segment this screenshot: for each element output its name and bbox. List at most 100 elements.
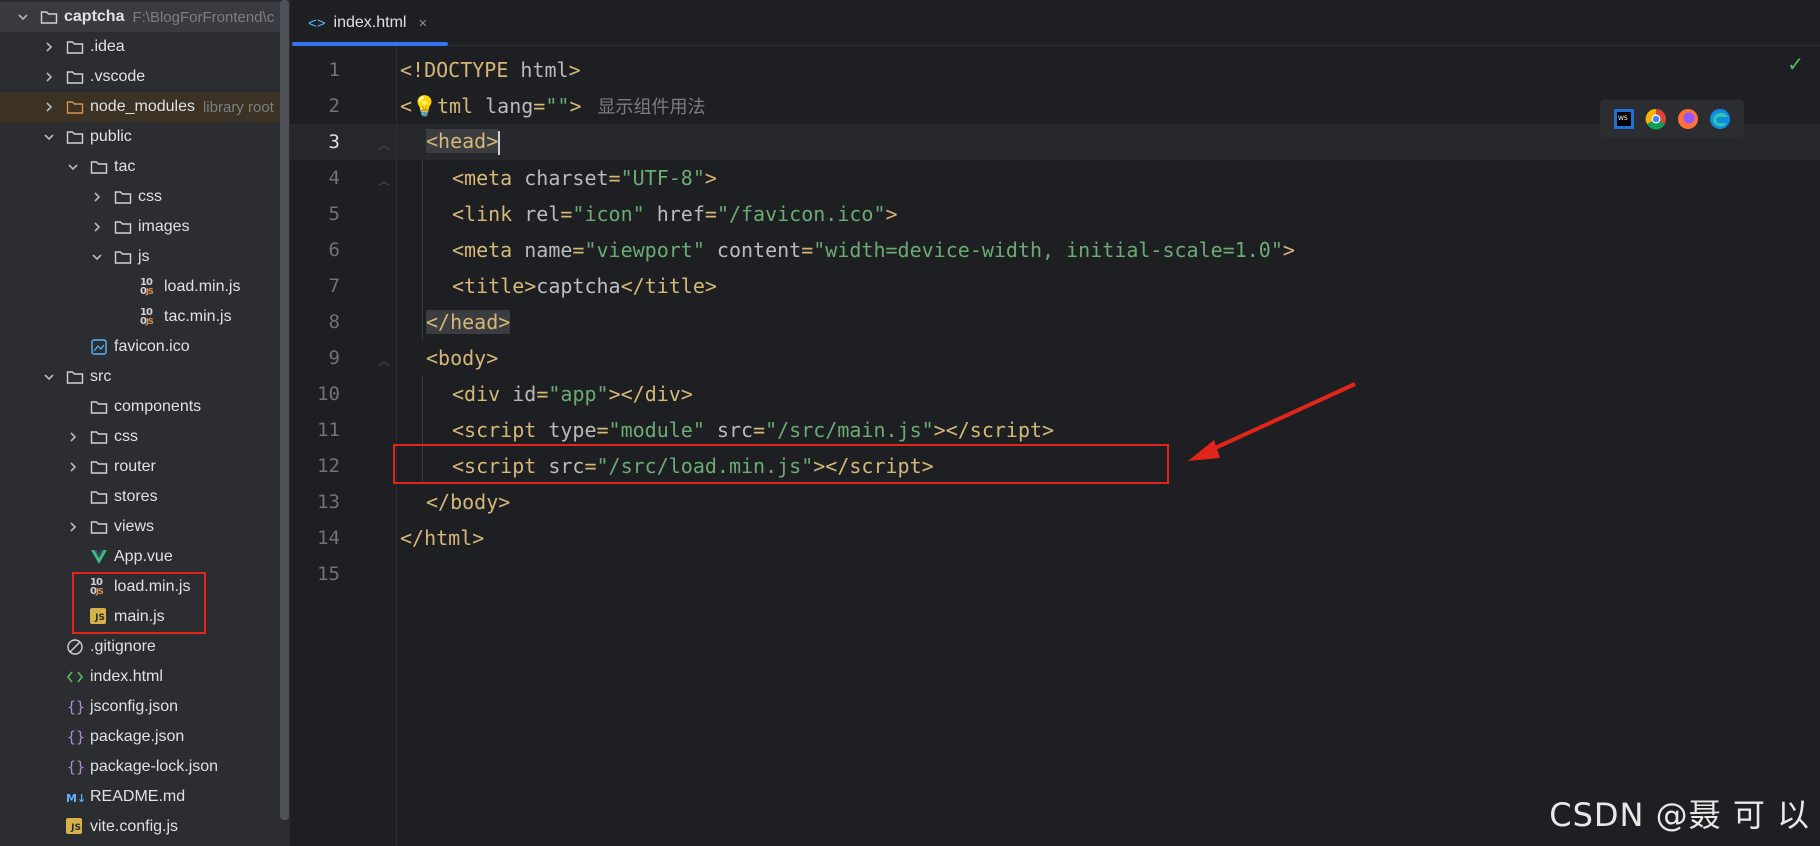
code-line: 11 <script type="module" src="/src/main.… xyxy=(290,412,1820,448)
folder-icon xyxy=(90,398,108,416)
tree-item-label: load.min.js xyxy=(164,278,241,295)
chevron-down-icon xyxy=(66,160,80,174)
json-file-icon: {} xyxy=(66,758,84,776)
tree-item-vscode[interactable]: .vscode xyxy=(0,62,286,92)
tree-item-gitignore[interactable]: .gitignore xyxy=(0,632,286,662)
tree-scrollbar[interactable] xyxy=(280,0,289,820)
json-file-icon: {} xyxy=(66,698,84,716)
tree-item-readme[interactable]: M↓ README.md xyxy=(0,782,286,812)
browser-preview-bar: WS xyxy=(1600,100,1744,138)
chevron-right-icon xyxy=(66,460,80,474)
tree-item-label: css xyxy=(114,428,138,445)
tree-item-label: components xyxy=(114,398,202,415)
edge-icon[interactable] xyxy=(1709,108,1731,130)
firefox-icon[interactable] xyxy=(1677,108,1699,130)
tree-item-js[interactable]: js xyxy=(0,242,286,272)
tree-item-app-vue[interactable]: App.vue xyxy=(0,542,286,572)
tree-item-src-load-min-js[interactable]: 10 0JS load.min.js xyxy=(0,572,286,602)
minified-js-icon: 10 0JS xyxy=(140,277,154,297)
tree-item-label: App.vue xyxy=(114,548,173,565)
code-text: <head> xyxy=(426,129,501,155)
ignore-file-icon xyxy=(66,638,84,656)
tree-item-public[interactable]: public xyxy=(0,122,286,152)
tree-item-images[interactable]: images xyxy=(0,212,286,242)
code-text: <body> xyxy=(426,346,499,370)
folder-icon xyxy=(66,68,84,86)
code-line: 7 <title>captcha</title> xyxy=(290,268,1820,304)
code-text: <div id="app"></div> xyxy=(452,382,693,406)
line-number: 6 xyxy=(328,239,340,261)
code-line: 12 <script src="/src/load.min.js"></scri… xyxy=(290,448,1820,484)
tree-root-label: captcha xyxy=(64,8,125,25)
tree-item-label: README.md xyxy=(90,788,186,805)
code-text: <meta charset="UTF-8"> xyxy=(452,166,717,190)
tree-item-label: package-lock.json xyxy=(90,758,219,775)
tree-item-src[interactable]: src xyxy=(0,362,286,392)
tree-item-label: index.html xyxy=(90,668,163,685)
svg-text:{}: {} xyxy=(67,728,84,746)
tree-item-router[interactable]: router xyxy=(0,452,286,482)
chevron-down-icon xyxy=(90,250,104,264)
code-line: 15 xyxy=(290,556,1820,592)
tree-item-label: stores xyxy=(114,488,158,505)
excluded-folder-icon xyxy=(66,98,84,116)
tree-item-src-css[interactable]: css xyxy=(0,422,286,452)
code-line: 4 <meta charset="UTF-8"> xyxy=(290,160,1820,196)
tree-item-idea[interactable]: .idea xyxy=(0,32,286,62)
js-file-icon: JS xyxy=(66,818,84,836)
tab-index-html[interactable]: <> index.html × xyxy=(290,0,450,46)
chevron-right-icon xyxy=(90,220,104,234)
folder-icon xyxy=(114,248,132,266)
line-number: 12 xyxy=(317,455,340,477)
folder-icon xyxy=(90,458,108,476)
tree-item-components[interactable]: components xyxy=(0,392,286,422)
tree-root[interactable]: captcha F:\BlogForFrontend\c xyxy=(0,2,286,32)
tree-item-favicon[interactable]: favicon.ico xyxy=(0,332,286,362)
tree-item-tac[interactable]: tac xyxy=(0,152,286,182)
close-icon[interactable]: × xyxy=(418,15,427,32)
code-text: <link rel="icon" href="/favicon.ico"> xyxy=(452,202,898,226)
tree-item-package-lock[interactable]: {} package-lock.json xyxy=(0,752,286,782)
code-text: <💡tml lang=""> 显示组件用法 xyxy=(400,94,706,118)
tree-item-index-html[interactable]: index.html xyxy=(0,662,286,692)
html-file-icon: <> xyxy=(308,14,326,32)
js-file-icon: JS xyxy=(90,608,108,626)
chevron-right-icon xyxy=(42,100,56,114)
line-number: 14 xyxy=(317,527,340,549)
chevron-down-icon xyxy=(16,10,30,24)
folder-icon xyxy=(114,218,132,236)
tree-item-label: views xyxy=(114,518,155,535)
tree-item-label: tac.min.js xyxy=(164,308,232,325)
tree-item-tac-load-min-js[interactable]: 10 0JS load.min.js xyxy=(0,272,286,302)
json-file-icon: {} xyxy=(66,728,84,746)
svg-text:M↓: M↓ xyxy=(66,792,84,805)
code-text: <title>captcha</title> xyxy=(452,274,717,298)
code-text: <script type="module" src="/src/main.js"… xyxy=(452,418,1055,442)
folder-icon xyxy=(66,368,84,386)
code-line: 8 </head> xyxy=(290,304,1820,340)
tree-item-node-modules[interactable]: node_modules library root xyxy=(0,92,286,122)
tree-item-jsconfig[interactable]: {} jsconfig.json xyxy=(0,692,286,722)
tree-item-package-json[interactable]: {} package.json xyxy=(0,722,286,752)
chrome-icon[interactable] xyxy=(1645,108,1667,130)
code-editor[interactable]: ︿ ︿ ︿ 1 <!DOCTYPE html> 2 <💡tml lang="">… xyxy=(290,46,1820,846)
tree-item-label: vite.config.js xyxy=(90,818,179,835)
tree-item-main-js[interactable]: JS main.js xyxy=(0,602,286,632)
line-number: 8 xyxy=(328,311,340,333)
folder-icon xyxy=(66,38,84,56)
tree-item-stores[interactable]: stores xyxy=(0,482,286,512)
inspection-ok-icon[interactable]: ✓ xyxy=(1787,52,1804,77)
inlay-hint[interactable]: 显示组件用法 xyxy=(597,97,705,117)
folder-icon xyxy=(66,128,84,146)
tree-item-views[interactable]: views xyxy=(0,512,286,542)
folder-icon xyxy=(90,428,108,446)
tree-item-label: src xyxy=(90,368,112,385)
tree-item-tac-css[interactable]: css xyxy=(0,182,286,212)
tree-item-label: tac xyxy=(114,158,136,175)
webstorm-icon[interactable]: WS xyxy=(1613,108,1635,130)
line-number: 1 xyxy=(328,59,340,81)
tree-item-vite-config[interactable]: JS vite.config.js xyxy=(0,812,286,842)
chevron-down-icon xyxy=(42,130,56,144)
tree-item-tac-min-js[interactable]: 10 0JS tac.min.js xyxy=(0,302,286,332)
code-text: </html> xyxy=(400,526,485,550)
